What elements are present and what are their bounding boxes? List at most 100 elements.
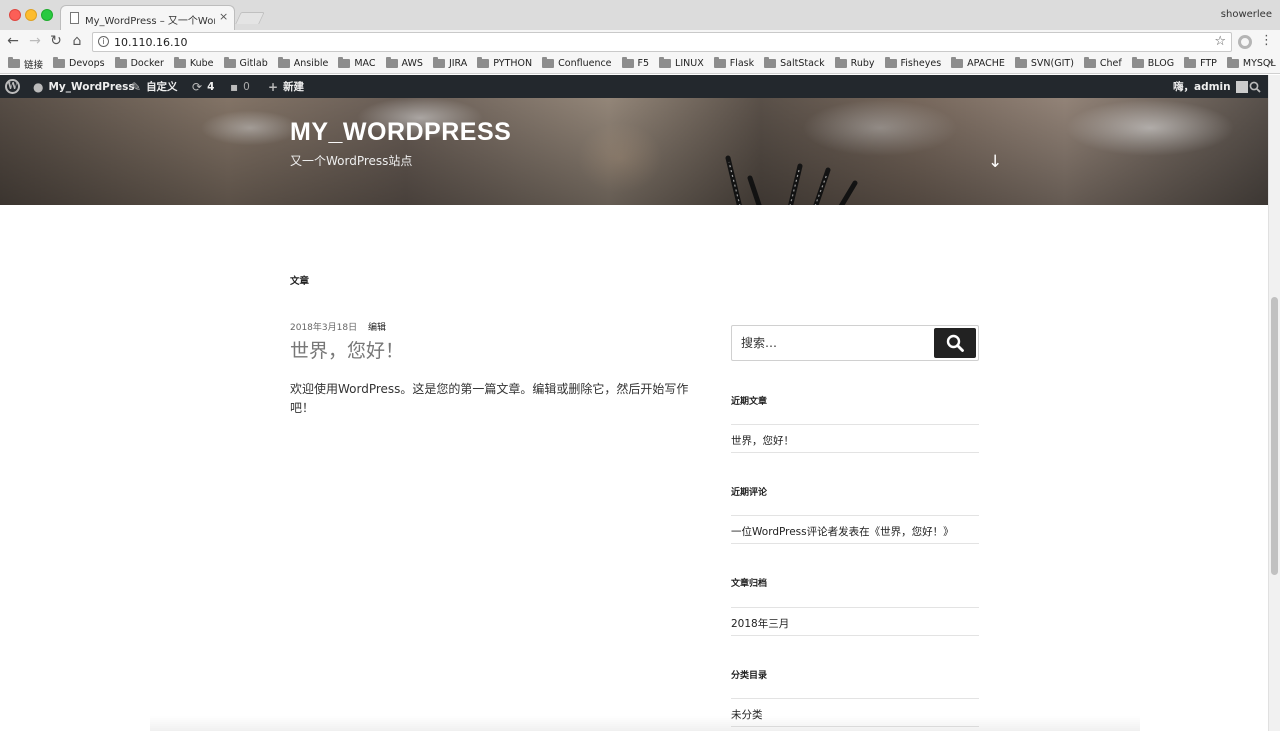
bookmark-item[interactable]: Flask xyxy=(713,57,754,69)
recent-post-link[interactable]: 世界，您好！ xyxy=(731,424,979,453)
bookmark-label: JIRA xyxy=(448,58,468,69)
bookmark-item[interactable]: BLOG xyxy=(1131,57,1175,69)
greeting-label: 嗨，admin xyxy=(1173,81,1231,93)
zoom-window-button[interactable] xyxy=(41,9,53,21)
bookmark-label: Fisheyes xyxy=(900,58,942,69)
bookmark-label: MAC xyxy=(354,58,376,69)
bookmark-item[interactable]: Ansible xyxy=(277,57,329,69)
header-overlay xyxy=(0,98,1268,205)
folder-icon xyxy=(713,57,726,68)
plus-icon: + xyxy=(268,79,279,94)
bookmark-item[interactable]: MAC xyxy=(338,57,376,69)
folder-icon xyxy=(338,57,351,68)
bookmark-item[interactable]: Kube xyxy=(173,57,214,69)
post-title[interactable]: 世界，您好！ xyxy=(290,336,404,363)
tab-close-icon[interactable]: × xyxy=(219,10,228,23)
new-content-menu[interactable]: + 新建 xyxy=(268,75,304,98)
forward-icon[interactable]: → xyxy=(26,33,44,49)
bookmark-item[interactable]: Gitlab xyxy=(223,57,268,69)
folder-icon xyxy=(834,57,847,68)
folder-icon xyxy=(659,57,672,68)
post-body: 欢迎使用WordPress。这是您的第一篇文章。编辑或删除它，然后开始写作吧！ xyxy=(290,382,689,415)
bookmark-item[interactable]: PYTHON xyxy=(477,57,532,69)
search-button[interactable] xyxy=(934,328,976,358)
site-name-label: My_WordPress xyxy=(48,80,135,93)
back-icon[interactable]: ← xyxy=(4,33,22,49)
page-scrollbar[interactable] xyxy=(1268,75,1280,731)
close-window-button[interactable] xyxy=(9,9,21,21)
bottom-shadow xyxy=(150,716,1140,731)
widget-title-recent-posts: 近期文章 xyxy=(731,397,768,407)
bookmark-item[interactable]: Docker xyxy=(114,57,164,69)
bookmark-item[interactable]: FTP xyxy=(1184,57,1217,69)
edit-post-link[interactable]: 编辑 xyxy=(368,323,386,333)
bookmark-item[interactable]: Confluence xyxy=(542,57,612,69)
url-text[interactable]: 10.110.16.10 xyxy=(114,36,187,49)
browser-menu-icon[interactable]: ⋮ xyxy=(1260,33,1273,48)
scroll-down-arrow-icon[interactable]: ↓ xyxy=(988,152,1002,172)
my-account-menu[interactable]: 嗨，admin xyxy=(1173,75,1248,98)
admin-search-icon[interactable] xyxy=(1249,75,1261,98)
bookmark-label: AWS xyxy=(401,58,423,69)
dashboard-icon: ● xyxy=(33,79,44,94)
reload-icon[interactable]: ↻ xyxy=(47,33,65,49)
bookmark-item[interactable]: Fisheyes xyxy=(884,57,942,69)
updates-count: 4 xyxy=(207,80,215,93)
bookmark-label: BLOG xyxy=(1147,58,1175,69)
browser-tab[interactable]: My_WordPress – 又一个WordPress站点 × xyxy=(60,5,235,31)
site-title[interactable]: MY_WORDPRESS xyxy=(290,118,511,147)
bookmark-item[interactable]: 链接 xyxy=(8,57,43,71)
updates-menu[interactable]: ⟳ 4 xyxy=(192,75,214,98)
bookmark-label: Docker xyxy=(130,58,164,69)
search-input[interactable] xyxy=(732,326,932,360)
bookmark-item[interactable]: Devops xyxy=(53,57,105,69)
comments-menu[interactable]: ▪ 0 xyxy=(230,75,250,98)
updates-icon: ⟳ xyxy=(192,79,203,94)
bookmark-item[interactable]: F5 xyxy=(621,57,649,69)
bookmark-label: Chef xyxy=(1099,58,1122,69)
home-icon[interactable]: ⌂ xyxy=(68,33,86,49)
tab-title: My_WordPress – 又一个WordPress站点 xyxy=(85,16,215,27)
recent-comment-link[interactable]: 一位WordPress评论者发表在《世界，您好！》 xyxy=(731,515,979,544)
wp-logo-menu[interactable]: W xyxy=(5,75,20,98)
folder-icon xyxy=(764,57,777,68)
folder-icon xyxy=(1131,57,1144,68)
bookmark-item[interactable]: Chef xyxy=(1083,57,1122,69)
bookmarks-overflow-icon[interactable]: » xyxy=(1268,57,1274,68)
archive-link[interactable]: 2018年三月 xyxy=(731,607,979,636)
site-header: MY_WORDPRESS 又一个WordPress站点 ↓ xyxy=(0,98,1268,205)
search-form xyxy=(731,325,979,361)
folder-icon xyxy=(542,57,555,68)
bookmark-label: 链接 xyxy=(24,59,44,71)
minimize-window-button[interactable] xyxy=(25,9,37,21)
folder-icon xyxy=(1184,57,1197,68)
bookmark-item[interactable]: SaltStack xyxy=(764,57,825,69)
customize-menu[interactable]: ✎ 自定义 xyxy=(131,75,178,98)
bookmark-label: FTP xyxy=(1200,58,1217,69)
widget-title-recent-comments: 近期评论 xyxy=(731,488,768,498)
widget-title-categories: 分类目录 xyxy=(731,671,768,681)
folder-icon xyxy=(8,57,20,68)
wp-admin-bar: W ● My_WordPress ✎ 自定义 ⟳ 4 ▪ 0 + 新建 嗨，ad… xyxy=(0,75,1268,98)
wordpress-logo-icon: W xyxy=(5,79,20,94)
post-date[interactable]: 2018年3月18日 xyxy=(290,323,357,333)
bookmark-item[interactable]: APACHE xyxy=(951,57,1005,69)
bookmark-item[interactable]: LINUX xyxy=(659,57,704,69)
site-name-menu[interactable]: ● My_WordPress xyxy=(33,75,135,98)
bookmark-label: SaltStack xyxy=(780,58,825,69)
new-tab-button[interactable] xyxy=(235,12,265,24)
bookmark-label: Ruby xyxy=(850,58,875,69)
bookmark-item[interactable]: Ruby xyxy=(834,57,875,69)
bookmark-item[interactable]: JIRA xyxy=(432,57,468,69)
bookmark-label: SVN(GIT) xyxy=(1030,58,1074,69)
info-icon[interactable]: i xyxy=(98,36,109,47)
extension-icon[interactable] xyxy=(1238,35,1252,49)
bookmark-label: Ansible xyxy=(293,58,329,69)
profile-name[interactable]: showerlee xyxy=(1221,9,1272,20)
folder-icon xyxy=(223,57,236,68)
bookmark-star-icon[interactable]: ☆ xyxy=(1214,34,1226,49)
address-bar[interactable]: i 10.110.16.10 ☆ xyxy=(92,32,1232,52)
bookmark-item[interactable]: AWS xyxy=(385,57,423,69)
bookmark-item[interactable]: SVN(GIT) xyxy=(1014,57,1074,69)
scrollbar-thumb[interactable] xyxy=(1271,297,1278,575)
